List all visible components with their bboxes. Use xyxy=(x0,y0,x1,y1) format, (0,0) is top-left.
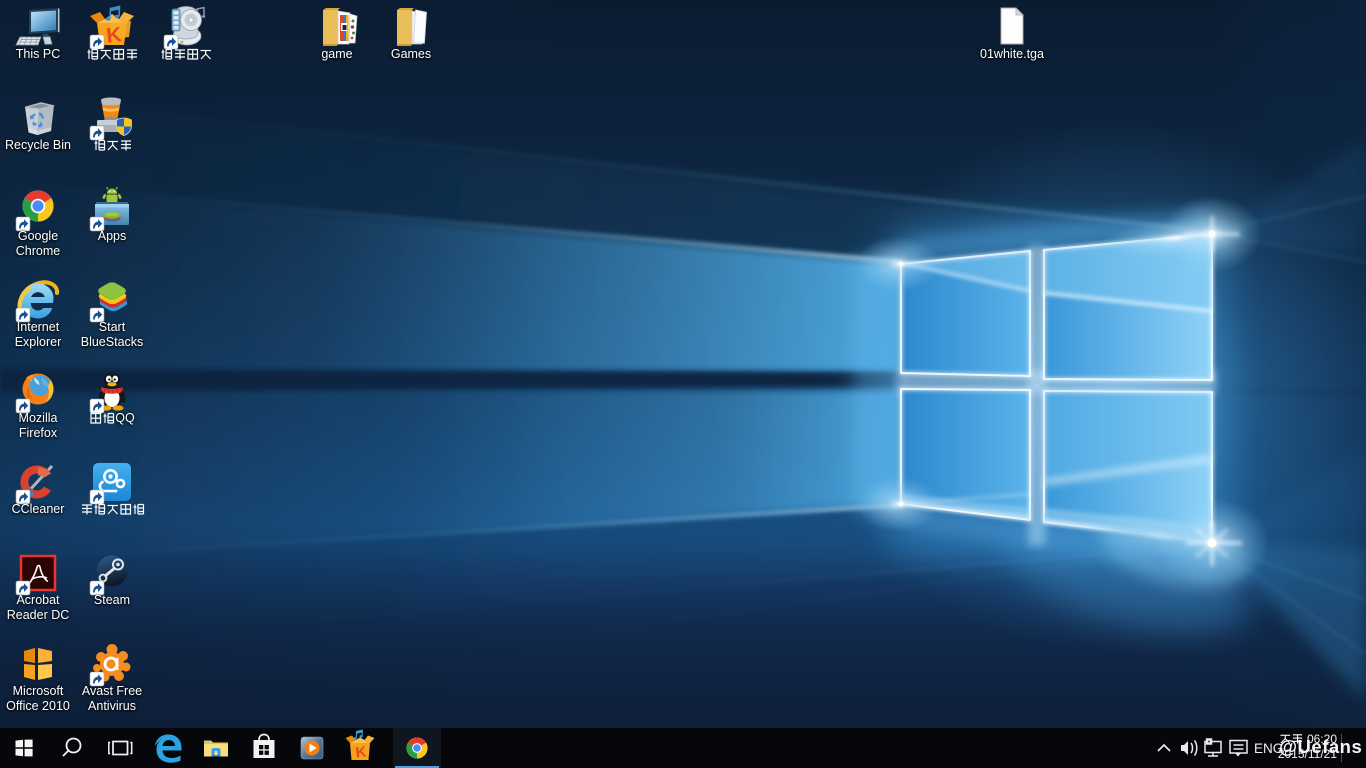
svg-text:K: K xyxy=(105,23,122,47)
svg-text:K: K xyxy=(355,743,368,761)
